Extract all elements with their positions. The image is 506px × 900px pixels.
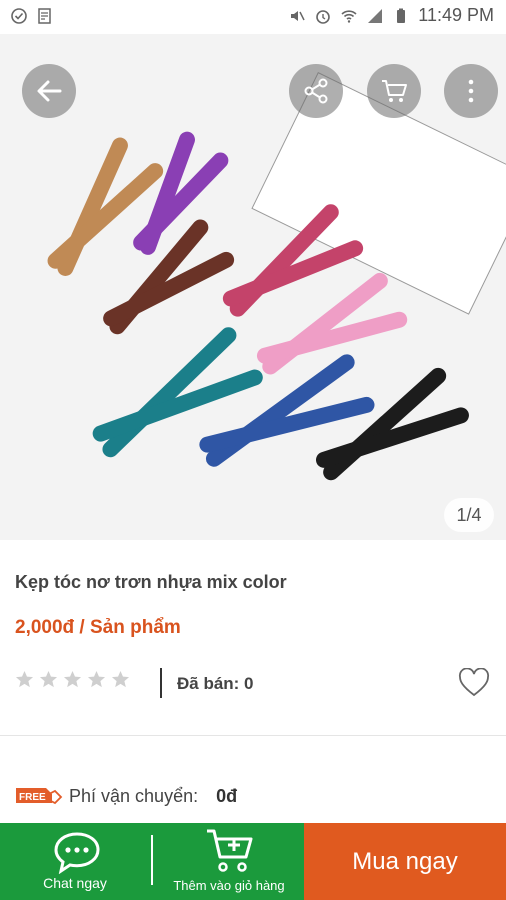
action-divider: [151, 835, 153, 885]
back-button[interactable]: [22, 64, 76, 118]
product-title: Kẹp tóc nơ trơn nhựa mix color: [15, 572, 287, 592]
bottom-action-bar: Chat ngay Thêm vào giỏ hàng Mua ngay: [0, 823, 506, 900]
sold-count: Đã bán: 0: [177, 674, 254, 693]
product-price: 2,000đ / Sản phẩm: [15, 617, 181, 638]
mute-icon: [291, 10, 305, 21]
hair-clip-black: [315, 367, 469, 481]
add-to-cart-label: Thêm vào giỏ hàng: [173, 878, 285, 893]
hair-clip-tan: [47, 137, 164, 276]
section-divider: [0, 735, 506, 736]
shipping-fee: 0đ: [216, 785, 238, 806]
star-icon: [39, 670, 58, 688]
signal-icon: [368, 8, 383, 23]
cart-button[interactable]: [367, 64, 421, 118]
share-icon: [304, 78, 328, 104]
buy-now-button[interactable]: Mua ngay: [304, 823, 506, 900]
product-image-gallery[interactable]: 1/4: [0, 34, 506, 540]
cart-icon: [382, 80, 407, 102]
add-to-cart-icon: [207, 829, 253, 872]
notification-icon: [38, 8, 51, 24]
chat-bubble-icon: [54, 832, 100, 874]
star-icon: [87, 670, 106, 688]
star-icon: [15, 670, 34, 688]
free-shipping-icon: FREE: [16, 788, 63, 805]
hair-clip-brown: [103, 219, 235, 335]
free-badge-text: FREE: [19, 792, 46, 803]
rating-divider: [160, 668, 162, 698]
star-icon: [111, 670, 130, 688]
status-bar: 11:49 PM: [0, 0, 506, 34]
status-time: 11:49 PM: [418, 5, 494, 25]
hair-clip-purple: [133, 131, 229, 255]
hair-clips-photo: [47, 131, 469, 481]
wifi-icon: [341, 9, 357, 23]
shipping-label: Phí vận chuyển:: [69, 785, 199, 806]
shipping-info: FREE Phí vận chuyển: 0đ: [15, 785, 237, 807]
add-to-cart-button[interactable]: Thêm vào giỏ hàng: [154, 823, 304, 900]
star-icon: [63, 670, 82, 688]
more-options-button[interactable]: [444, 64, 498, 118]
image-counter: 1/4: [444, 498, 494, 532]
check-circle-icon: [11, 8, 27, 24]
arrow-left-icon: [37, 80, 62, 102]
buy-now-label: Mua ngay: [352, 847, 458, 875]
chat-button[interactable]: Chat ngay: [0, 823, 150, 900]
battery-icon: [397, 8, 406, 23]
action-group: Chat ngay Thêm vào giỏ hàng: [0, 823, 304, 900]
alarm-icon: [316, 9, 331, 24]
rating-stars: [15, 670, 130, 689]
share-button[interactable]: [289, 64, 343, 118]
favorite-heart-icon[interactable]: [458, 668, 490, 698]
more-vertical-icon: [468, 79, 474, 103]
chat-label: Chat ngay: [43, 875, 107, 891]
